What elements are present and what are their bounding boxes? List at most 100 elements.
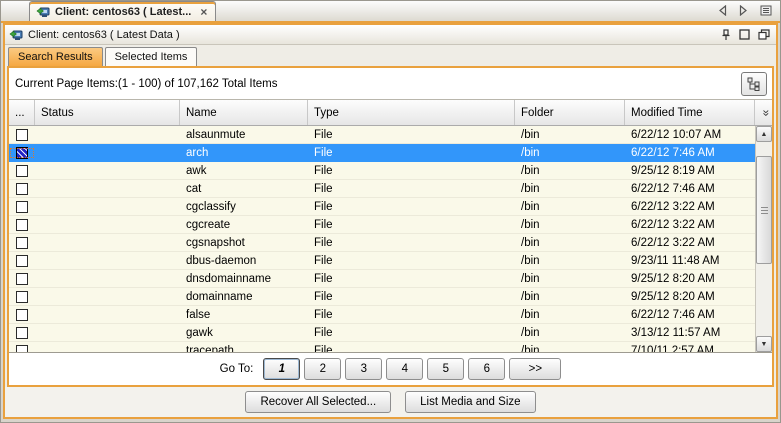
row-checkbox[interactable] xyxy=(16,201,28,213)
table-body-rows: alsaunmute File /bin 6/22/12 10:07 AM ar… xyxy=(9,126,755,352)
row-name: domainname xyxy=(180,291,308,303)
row-checkbox-cell xyxy=(9,273,35,285)
page-button[interactable]: 2 xyxy=(304,358,341,380)
column-header-type[interactable]: Type xyxy=(308,100,515,125)
table-row[interactable]: cgclassify File /bin 6/22/12 3:22 AM xyxy=(9,198,755,216)
row-modified: 9/25/12 8:19 AM xyxy=(625,165,755,177)
row-type: File xyxy=(308,147,515,159)
table-row[interactable]: awk File /bin 9/25/12 8:19 AM xyxy=(9,162,755,180)
page-button[interactable]: 1 xyxy=(263,358,300,380)
row-type: File xyxy=(308,291,515,303)
window-tab-title: Client: centos63 ( Latest... xyxy=(55,6,191,18)
browse-tree-button[interactable] xyxy=(741,72,767,96)
page-button[interactable]: 4 xyxy=(386,358,423,380)
table-row[interactable]: dnsdomainname File /bin 9/25/12 8:20 AM xyxy=(9,270,755,288)
page-button[interactable]: 3 xyxy=(345,358,382,380)
row-checkbox[interactable] xyxy=(16,327,28,339)
row-checkbox[interactable] xyxy=(16,273,28,285)
row-checkbox-cell xyxy=(9,219,35,231)
column-header-status[interactable]: Status xyxy=(35,100,180,125)
row-checkbox-cell xyxy=(9,237,35,249)
table-row[interactable]: false File /bin 6/22/12 7:46 AM xyxy=(9,306,755,324)
row-type: File xyxy=(308,219,515,231)
tab-search-results[interactable]: Search Results xyxy=(8,47,103,66)
scroll-up-icon[interactable]: ▲ xyxy=(756,126,772,142)
results-tabbar: Search Results Selected Items xyxy=(5,45,776,66)
table-row[interactable]: tracepath File /bin 7/10/11 2:57 AM xyxy=(9,342,755,352)
column-chooser-button[interactable]: » xyxy=(755,100,772,125)
row-name: dbus-daemon xyxy=(180,255,308,267)
row-type: File xyxy=(308,201,515,213)
row-type: File xyxy=(308,327,515,339)
row-folder: /bin xyxy=(515,345,625,353)
scroll-down-icon[interactable]: ▼ xyxy=(756,336,772,352)
column-header-checkbox[interactable]: ... xyxy=(9,100,35,125)
row-name: cgclassify xyxy=(180,201,308,213)
page-button[interactable]: 5 xyxy=(427,358,464,380)
table-row[interactable]: domainname File /bin 9/25/12 8:20 AM xyxy=(9,288,755,306)
row-name: cgcreate xyxy=(180,219,308,231)
vertical-scrollbar[interactable]: ▲ ▼ xyxy=(755,126,772,352)
row-type: File xyxy=(308,183,515,195)
row-modified: 6/22/12 7:46 AM xyxy=(625,147,755,159)
page-button[interactable]: >> xyxy=(509,358,561,380)
table-row[interactable]: alsaunmute File /bin 6/22/12 10:07 AM xyxy=(9,126,755,144)
row-checkbox[interactable] xyxy=(16,255,28,267)
row-modified: 6/22/12 7:46 AM xyxy=(625,309,755,321)
table-header-row: ... Status Name Type Folder Modified Tim… xyxy=(9,100,772,126)
table-row[interactable]: arch File /bin 6/22/12 7:46 AM xyxy=(9,144,755,162)
nav-forward-icon[interactable] xyxy=(739,5,748,16)
row-checkbox[interactable] xyxy=(16,237,28,249)
panel-titlebar: Client: centos63 ( Latest Data ) xyxy=(5,25,776,45)
client-computer-icon xyxy=(9,28,23,41)
row-name: tracepath xyxy=(180,345,308,353)
row-checkbox-cell xyxy=(9,291,35,303)
table-row[interactable]: gawk File /bin 3/13/12 11:57 AM xyxy=(9,324,755,342)
pin-icon[interactable] xyxy=(721,29,731,41)
table-row[interactable]: cat File /bin 6/22/12 7:46 AM xyxy=(9,180,755,198)
column-header-name[interactable]: Name xyxy=(180,100,308,125)
search-results-page: Current Page Items:(1 - 100) of 107,162 … xyxy=(7,66,774,387)
view-list-icon[interactable] xyxy=(760,5,772,16)
application-window: Client: centos63 ( Latest... × Client: c… xyxy=(0,0,781,423)
list-media-and-size-button[interactable]: List Media and Size xyxy=(405,391,535,413)
row-type: File xyxy=(308,309,515,321)
close-tab-icon[interactable]: × xyxy=(200,5,207,19)
row-checkbox[interactable] xyxy=(16,345,28,353)
action-bar: Recover All Selected... List Media and S… xyxy=(5,387,776,417)
row-folder: /bin xyxy=(515,327,625,339)
row-checkbox[interactable] xyxy=(16,165,28,177)
page-button[interactable]: 6 xyxy=(468,358,505,380)
row-checkbox[interactable] xyxy=(16,219,28,231)
pagination-pages: 1 2 3 4 5 6 >> xyxy=(263,358,561,380)
row-checkbox-cell xyxy=(9,201,35,213)
row-folder: /bin xyxy=(515,147,625,159)
table-body: alsaunmute File /bin 6/22/12 10:07 AM ar… xyxy=(9,126,772,352)
row-checkbox[interactable] xyxy=(16,309,28,321)
row-folder: /bin xyxy=(515,273,625,285)
table-row[interactable]: cgsnapshot File /bin 6/22/12 3:22 AM xyxy=(9,234,755,252)
row-checkbox[interactable] xyxy=(16,129,28,141)
page-items-summary: Current Page Items:(1 - 100) of 107,162 … xyxy=(15,78,741,90)
hierarchy-tree-icon xyxy=(747,77,761,91)
row-checkbox[interactable] xyxy=(16,147,28,159)
restore-icon[interactable] xyxy=(758,29,770,40)
scrollbar-thumb[interactable] xyxy=(756,156,772,264)
row-type: File xyxy=(308,273,515,285)
row-checkbox-cell xyxy=(9,129,35,141)
row-checkbox[interactable] xyxy=(16,291,28,303)
row-checkbox-cell xyxy=(9,309,35,321)
column-header-modified[interactable]: Modified Time xyxy=(625,100,755,125)
table-row[interactable]: cgcreate File /bin 6/22/12 3:22 AM xyxy=(9,216,755,234)
maximize-icon[interactable] xyxy=(739,29,750,40)
tab-selected-items[interactable]: Selected Items xyxy=(105,47,198,66)
window-tab-client[interactable]: Client: centos63 ( Latest... × xyxy=(29,1,216,21)
recover-all-selected-button[interactable]: Recover All Selected... xyxy=(245,391,391,413)
table-row[interactable]: dbus-daemon File /bin 9/23/11 11:48 AM xyxy=(9,252,755,270)
nav-back-icon[interactable] xyxy=(718,5,727,16)
row-name: false xyxy=(180,309,308,321)
row-name: gawk xyxy=(180,327,308,339)
column-header-folder[interactable]: Folder xyxy=(515,100,625,125)
row-name: dnsdomainname xyxy=(180,273,308,285)
row-checkbox[interactable] xyxy=(16,183,28,195)
